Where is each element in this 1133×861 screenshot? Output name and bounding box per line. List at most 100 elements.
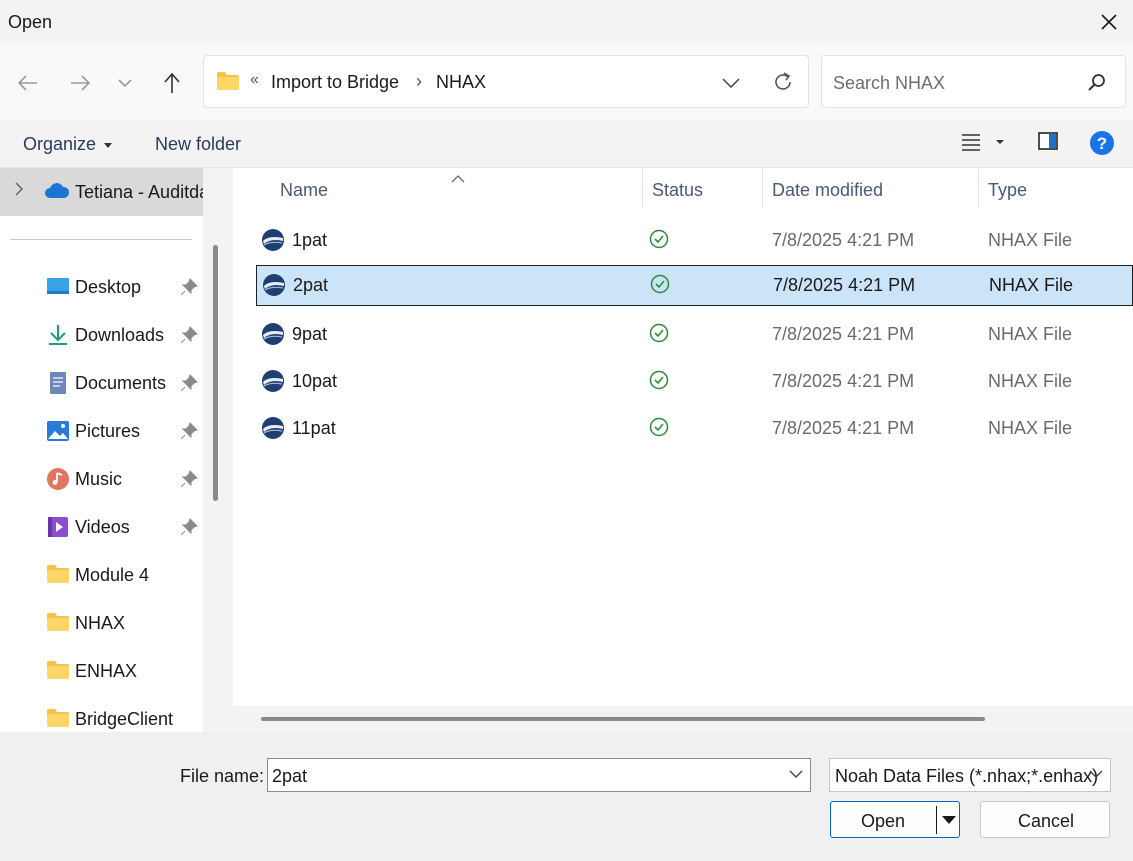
breadcrumb-import-to-bridge[interactable]: Import to Bridge bbox=[271, 72, 399, 93]
sidebar-scrollbar[interactable] bbox=[213, 245, 218, 501]
sidebar-item-downloads[interactable]: Downloads bbox=[0, 314, 203, 358]
breadcrumb-nhax[interactable]: NHAX bbox=[436, 72, 486, 93]
file-row-selected[interactable]: 2pat 7/8/2025 4:21 PM NHAX File bbox=[256, 265, 1133, 306]
file-name: 1pat bbox=[292, 230, 328, 250]
expand-chevron-icon[interactable] bbox=[14, 182, 24, 201]
pin-icon[interactable] bbox=[180, 422, 198, 445]
chevron-down-icon[interactable] bbox=[788, 766, 804, 787]
new-folder-button[interactable]: New folder bbox=[155, 134, 241, 155]
title-bar: Open bbox=[0, 0, 1133, 44]
sidebar-item-label: Pictures bbox=[75, 421, 141, 441]
forward-arrow-icon[interactable] bbox=[63, 66, 97, 100]
sidebar-item-pictures[interactable]: Pictures bbox=[0, 410, 203, 454]
downloads-icon bbox=[46, 323, 70, 347]
horizontal-scrollbar[interactable] bbox=[233, 706, 1133, 732]
back-arrow-icon[interactable] bbox=[11, 66, 45, 100]
file-type-value: Noah Data Files (*.nhax;*.enhax) bbox=[835, 766, 1099, 786]
sidebar-item-label: Documents bbox=[75, 373, 167, 393]
preview-pane-icon[interactable] bbox=[1037, 130, 1059, 157]
file-row[interactable]: 1pat 7/8/2025 4:21 PM NHAX File bbox=[256, 220, 1133, 261]
recent-locations-chevron-icon[interactable] bbox=[108, 66, 142, 100]
breadcrumb-separator[interactable]: › bbox=[416, 71, 422, 92]
folder-icon bbox=[46, 659, 70, 683]
file-row[interactable]: 11pat 7/8/2025 4:21 PM NHAX File bbox=[256, 408, 1133, 449]
pin-icon[interactable] bbox=[180, 470, 198, 493]
nhax-file-icon bbox=[261, 322, 285, 351]
column-divider[interactable] bbox=[978, 168, 979, 208]
sidebar-item-onedrive[interactable]: Tetiana - Auditda bbox=[0, 168, 203, 216]
sync-ok-check-icon bbox=[649, 323, 669, 348]
file-date-modified: 7/8/2025 4:21 PM bbox=[772, 230, 915, 250]
file-row[interactable]: 9pat 7/8/2025 4:21 PM NHAX File bbox=[256, 314, 1133, 355]
file-name-input[interactable]: 2pat bbox=[267, 758, 811, 792]
dialog-footer: File name: 2pat Noah Data Files (*.nhax;… bbox=[0, 732, 1133, 861]
file-type: NHAX File bbox=[988, 418, 1073, 438]
search-icon[interactable] bbox=[1087, 72, 1107, 97]
nhax-file-icon bbox=[262, 273, 286, 302]
file-list: Name Status Date modified Type 1pat 7/8/… bbox=[233, 168, 1133, 732]
view-options-icon[interactable] bbox=[960, 130, 1010, 159]
pictures-icon bbox=[46, 419, 70, 443]
sync-ok-check-icon bbox=[650, 274, 670, 299]
file-name: 11pat bbox=[292, 418, 336, 438]
folder-icon bbox=[46, 707, 70, 731]
cancel-button-label: Cancel bbox=[1018, 811, 1075, 831]
sync-ok-check-icon bbox=[649, 417, 669, 442]
pin-icon[interactable] bbox=[180, 326, 198, 349]
horizontal-scrollbar-thumb[interactable] bbox=[261, 717, 985, 721]
search-box[interactable]: Search NHAX bbox=[821, 55, 1126, 108]
column-header-type[interactable]: Type bbox=[988, 180, 1027, 201]
open-dropdown-arrow-icon[interactable] bbox=[940, 808, 958, 832]
folder-icon bbox=[216, 71, 240, 96]
organize-menu[interactable]: Organize bbox=[23, 134, 113, 155]
column-divider[interactable] bbox=[762, 168, 763, 208]
help-icon[interactable]: ? bbox=[1089, 130, 1115, 161]
sidebar-item-bridgeclient[interactable]: BridgeClient bbox=[0, 698, 203, 732]
breadcrumb-overflow[interactable]: « bbox=[250, 71, 259, 89]
file-date-modified: 7/8/2025 4:21 PM bbox=[772, 371, 915, 391]
column-header-row: Name Status Date modified Type bbox=[233, 168, 1133, 212]
navigation-bar: « Import to Bridge › NHAX Search NHAX bbox=[0, 44, 1133, 120]
sidebar-item-documents[interactable]: Documents bbox=[0, 362, 203, 406]
column-header-date-modified[interactable]: Date modified bbox=[772, 180, 883, 201]
pin-icon[interactable] bbox=[180, 374, 198, 397]
column-divider[interactable] bbox=[642, 168, 643, 208]
close-icon[interactable] bbox=[1095, 8, 1123, 36]
file-type: NHAX File bbox=[988, 371, 1073, 391]
file-name-value[interactable]: 2pat bbox=[272, 766, 307, 787]
column-header-name[interactable]: Name bbox=[280, 180, 328, 201]
file-name: 9pat bbox=[292, 324, 328, 344]
refresh-icon[interactable] bbox=[769, 68, 797, 96]
sidebar-item-module-4[interactable]: Module 4 bbox=[0, 554, 203, 598]
sidebar-item-enhax[interactable]: ENHAX bbox=[0, 650, 203, 694]
nhax-file-icon bbox=[261, 228, 285, 257]
cancel-button[interactable]: Cancel bbox=[980, 801, 1110, 838]
organize-caret-icon bbox=[104, 142, 113, 148]
videos-icon bbox=[46, 515, 70, 539]
file-type: NHAX File bbox=[988, 230, 1073, 250]
pin-icon[interactable] bbox=[180, 278, 198, 301]
sidebar-item-label: Desktop bbox=[75, 277, 142, 297]
sidebar-item-label: Music bbox=[75, 469, 123, 489]
column-header-status[interactable]: Status bbox=[652, 180, 703, 201]
address-dropdown-chevron-icon[interactable] bbox=[718, 70, 744, 96]
pin-icon[interactable] bbox=[180, 518, 198, 541]
file-date-modified: 7/8/2025 4:21 PM bbox=[772, 324, 915, 344]
address-bar[interactable]: « Import to Bridge › NHAX bbox=[203, 55, 809, 108]
sort-ascending-icon bbox=[451, 168, 465, 189]
search-input[interactable]: Search NHAX bbox=[833, 73, 945, 94]
file-type-select[interactable]: Noah Data Files (*.nhax;*.enhax) bbox=[829, 758, 1111, 792]
folder-icon bbox=[46, 611, 70, 635]
file-name: 10pat bbox=[292, 371, 338, 391]
open-button[interactable]: Open bbox=[830, 801, 960, 838]
sidebar-item-desktop[interactable]: Desktop bbox=[0, 266, 203, 310]
sidebar-item-nhax[interactable]: NHAX bbox=[0, 602, 203, 646]
file-type: NHAX File bbox=[989, 275, 1074, 295]
up-arrow-icon[interactable] bbox=[155, 66, 189, 100]
chevron-down-icon[interactable] bbox=[1088, 766, 1104, 787]
sidebar-item-videos[interactable]: Videos bbox=[0, 506, 203, 550]
file-row[interactable]: 10pat 7/8/2025 4:21 PM NHAX File bbox=[256, 361, 1133, 402]
file-date-modified: 7/8/2025 4:21 PM bbox=[773, 275, 916, 295]
pane-splitter[interactable] bbox=[203, 168, 233, 732]
sidebar-item-music[interactable]: Music bbox=[0, 458, 203, 502]
